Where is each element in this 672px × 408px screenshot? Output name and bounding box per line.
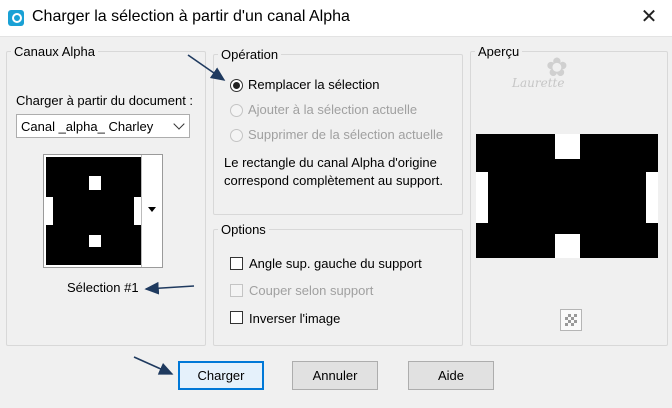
annotation-arrows xyxy=(133,54,226,375)
arrow-to-selection-icon xyxy=(144,281,195,295)
arrow-to-load-icon xyxy=(133,356,174,375)
arrow-to-replace-icon xyxy=(187,54,226,81)
